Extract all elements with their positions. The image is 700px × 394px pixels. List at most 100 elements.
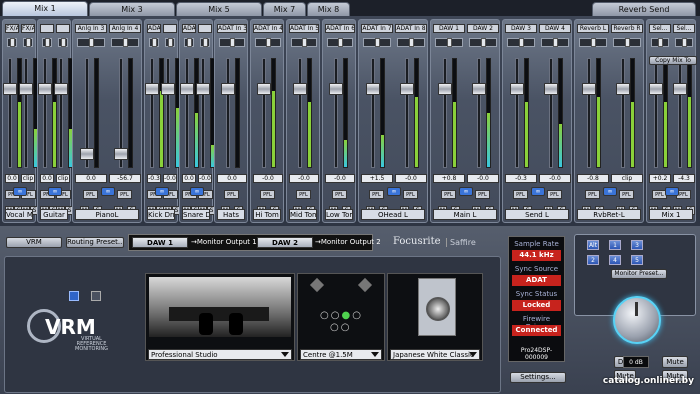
input-select-button[interactable]: FX/Anlg 2 — [21, 24, 35, 33]
fader-track[interactable] — [587, 58, 591, 168]
fader-knob[interactable] — [510, 83, 524, 95]
input-select-button[interactable]: Sel... — [673, 24, 695, 33]
pan-handle[interactable] — [302, 38, 307, 47]
pan-handle[interactable] — [26, 38, 31, 47]
fader-knob[interactable] — [400, 83, 414, 95]
channel-name-label[interactable]: RvbRet-L — [577, 209, 641, 220]
fader-track[interactable] — [443, 58, 447, 168]
stereo-link-icon[interactable]: ∞ — [155, 187, 169, 196]
pan-handle[interactable] — [375, 38, 380, 47]
pan-slider[interactable] — [7, 38, 17, 47]
pan-slider[interactable] — [58, 38, 68, 47]
fader-track[interactable] — [150, 58, 154, 168]
stereo-link-icon[interactable]: ∞ — [459, 187, 473, 196]
pan-handle[interactable] — [203, 38, 208, 47]
copy-mix-to-button[interactable]: Copy Mix To — [649, 56, 697, 65]
pan-slider[interactable] — [149, 38, 159, 47]
fader-track[interactable] — [515, 58, 519, 168]
fader-track[interactable] — [371, 58, 375, 168]
fader-knob[interactable] — [293, 83, 307, 95]
fader-track[interactable] — [24, 58, 28, 168]
fader-track[interactable] — [226, 58, 230, 168]
pan-handle[interactable] — [61, 38, 66, 47]
fader-track[interactable] — [166, 58, 170, 168]
input-select-button[interactable]: DAW 3 — [505, 24, 537, 33]
stereo-link-icon[interactable]: ∞ — [387, 187, 401, 196]
pan-handle[interactable] — [168, 38, 173, 47]
routing-preset-button[interactable]: Routing Preset... — [66, 237, 124, 248]
pan-handle[interactable] — [266, 38, 271, 47]
fader-track[interactable] — [59, 58, 63, 168]
tab-mix-3[interactable]: Mix 3 — [89, 2, 175, 16]
fader-knob[interactable] — [544, 83, 558, 95]
stereo-link-icon[interactable]: ∞ — [190, 187, 204, 196]
fader-knob[interactable] — [257, 83, 271, 95]
input-select-button[interactable]: Sel... — [649, 24, 671, 33]
fader-track[interactable] — [477, 58, 481, 168]
stereo-link-icon[interactable]: ∞ — [101, 187, 115, 196]
pan-handle[interactable] — [481, 38, 486, 47]
stereo-link-icon[interactable]: ∞ — [13, 187, 27, 196]
pan-slider[interactable] — [42, 38, 52, 47]
fader-track[interactable] — [678, 58, 682, 168]
input-select-button[interactable]: ADAT In 1 — [147, 24, 161, 33]
fader-track[interactable] — [201, 58, 205, 168]
pfl-button[interactable]: PFL — [403, 190, 418, 199]
pan-handle[interactable] — [519, 38, 524, 47]
fader-knob[interactable] — [582, 83, 596, 95]
channel-name-label[interactable]: Mix 1 — [649, 209, 693, 220]
pan-slider[interactable] — [435, 38, 463, 47]
pan-handle[interactable] — [447, 38, 452, 47]
monitor-2-button[interactable]: 2 — [587, 255, 599, 265]
input-select-button[interactable]: ADAT In 7 — [361, 24, 393, 33]
pan-slider[interactable] — [184, 38, 194, 47]
pan-handle[interactable] — [89, 38, 94, 47]
pan-handle[interactable] — [658, 38, 663, 47]
input-select-button[interactable] — [163, 24, 177, 33]
pfl-button[interactable]: PFL — [619, 190, 634, 199]
channel-name-label[interactable]: OHead L — [361, 209, 425, 220]
pfl-button[interactable]: PFL — [513, 190, 528, 199]
channel-name-label[interactable]: PianoL — [75, 209, 139, 220]
pan-slider[interactable] — [165, 38, 175, 47]
room-dropdown[interactable]: Professional Studio — [148, 349, 292, 360]
input-select-button[interactable]: Reverb R — [611, 24, 643, 33]
input-select-button[interactable]: DAW 4 — [539, 24, 571, 33]
input-select-button[interactable]: ADAT In 6 — [325, 24, 355, 33]
speaker-dropdown[interactable]: Japanese White Classic — [390, 349, 480, 360]
daw-2-route-button[interactable]: DAW 2 — [257, 237, 313, 248]
fader-knob[interactable] — [673, 83, 687, 95]
input-select-button[interactable]: Anlg In 4 — [109, 24, 141, 33]
monitor-1-button[interactable]: 1 — [609, 240, 621, 250]
pan-handle[interactable] — [187, 38, 192, 47]
channel-name-label[interactable]: Vocal Mic — [5, 209, 33, 220]
pan-slider[interactable] — [675, 38, 693, 47]
position-dropdown[interactable]: Centre @1.5M — [300, 349, 382, 360]
stereo-link-icon[interactable]: ∞ — [531, 187, 545, 196]
input-select-button[interactable]: Reverb L — [577, 24, 609, 33]
pan-slider[interactable] — [579, 38, 607, 47]
input-select-button[interactable]: Anlg In 3 — [75, 24, 107, 33]
fader-knob[interactable] — [180, 83, 194, 95]
pfl-button[interactable]: PFL — [296, 190, 311, 199]
fader-track[interactable] — [654, 58, 658, 168]
input-select-button[interactable]: ADAT In 8 — [395, 24, 427, 33]
fader-knob[interactable] — [472, 83, 486, 95]
tab-mix-7[interactable]: Mix 7 — [263, 2, 306, 16]
tab-mix-1[interactable]: Mix 1 — [2, 1, 88, 16]
pfl-button[interactable]: PFL — [260, 190, 275, 199]
fader-track[interactable] — [298, 58, 302, 168]
input-select-button[interactable] — [40, 24, 54, 33]
pan-slider[interactable] — [507, 38, 535, 47]
monitor-preset-button[interactable]: Monitor Preset... — [611, 269, 667, 279]
input-select-button[interactable]: ADAT In 3 — [217, 24, 247, 33]
fader-knob[interactable] — [438, 83, 452, 95]
input-select-button[interactable] — [198, 24, 212, 33]
pfl-button[interactable]: PFL — [332, 190, 347, 199]
monitor-3-button[interactable]: 3 — [631, 240, 643, 250]
channel-name-label[interactable]: Mid Tom — [289, 209, 317, 220]
settings-button[interactable]: Settings... — [510, 372, 566, 383]
fader-knob[interactable] — [649, 83, 663, 95]
fader-track[interactable] — [405, 58, 409, 168]
pan-handle[interactable] — [591, 38, 596, 47]
